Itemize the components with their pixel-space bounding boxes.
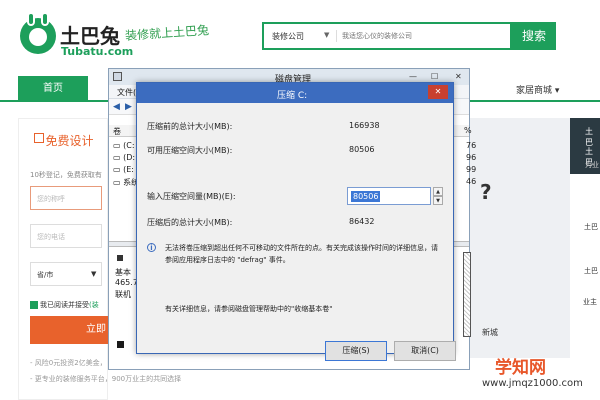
banner-question: ? <box>480 180 492 204</box>
spin-down-icon[interactable]: ▼ <box>433 196 443 205</box>
help-text: 有关详细信息，请参阅磁盘管理帮助中的"收缩基本卷" <box>165 305 333 313</box>
volume-row[interactable]: ▭ (C: <box>113 141 135 150</box>
watermark-url: www.jmqz1000.com <box>482 378 583 389</box>
slogan: 装修就上土巴兔 <box>124 23 210 43</box>
chevron-down-icon[interactable]: ▼ <box>324 31 329 39</box>
shrink-amount-input[interactable]: 80506 <box>347 187 431 205</box>
disk-type: 基本 <box>115 268 131 277</box>
dialog-title: 压缩 C: <box>277 91 308 101</box>
info-text: 无法将卷压缩到超出任何不可移动的文件所在的点。有关完成该操作时间的详细信息，请 <box>165 244 438 252</box>
logo-domain[interactable]: Tubatu.com <box>61 45 133 58</box>
volume-free-pct: 46 <box>466 177 477 186</box>
nav-home[interactable]: 首页 <box>18 76 88 102</box>
volume-row[interactable]: ▭ (D: <box>113 153 135 162</box>
cancel-button[interactable]: 取消(C) <box>394 341 456 361</box>
disk-management-icon <box>113 72 122 81</box>
dialog-titlebar[interactable]: 压缩 C: ✕ <box>137 83 453 103</box>
compress-dialog: 压缩 C: ✕ 压缩前的总计大小(MB): 166938 可用压缩空间大小(MB… <box>136 82 456 361</box>
column-volume[interactable]: 卷 <box>113 126 121 137</box>
dialog-body: 压缩前的总计大小(MB): 166938 可用压缩空间大小(MB): 80506… <box>137 103 456 361</box>
shrink-amount-label: 输入压缩空间量(MB)(E): <box>147 192 236 201</box>
compress-button[interactable]: 压缩(S) <box>325 341 387 361</box>
volume-free-pct: 99 <box>466 165 477 174</box>
watermark-title: 学知网 <box>495 358 546 378</box>
legend-icon <box>117 341 124 348</box>
total-after-value: 86432 <box>349 217 375 226</box>
site-header: 土巴兔 Tubatu.com 装修就上土巴兔 装修公司 ▼ 搜索 <box>0 0 600 76</box>
info-text: 参阅应用程序日志中的 "defrag" 事件。 <box>165 256 290 264</box>
partition-block[interactable] <box>463 252 471 337</box>
promo-line: - 风险0元投资2亿美金， <box>30 359 107 367</box>
nav-home-mall[interactable]: 家居商城 ▾ <box>516 83 559 96</box>
promo-line: - 更专业的装修服务平台，900万业主的共同选择 <box>30 375 182 383</box>
available-label: 可用压缩空间大小(MB): <box>147 146 233 155</box>
search-button[interactable]: 搜索 <box>512 22 556 50</box>
right-sidebar-text[interactable]: 土巴 <box>584 222 598 232</box>
maximize-icon[interactable]: ☐ <box>431 72 438 81</box>
city-select[interactable]: 省/市 ▼ <box>30 262 102 286</box>
volume-free-pct: 76 <box>466 141 477 150</box>
right-sidebar-text: 土巴 <box>585 127 593 147</box>
info-icon: i <box>147 243 156 252</box>
total-after-label: 压缩后的总计大小(MB): <box>147 218 233 227</box>
name-field[interactable]: 您的称呼 <box>30 186 102 210</box>
close-icon[interactable]: ✕ <box>455 72 462 81</box>
rabbit-logo-icon[interactable] <box>20 12 56 54</box>
volume-row[interactable]: ▭ (E: <box>113 165 134 174</box>
banner-caption: 新城 <box>482 328 498 337</box>
total-before-label: 压缩前的总计大小(MB): <box>147 122 233 131</box>
register-tip: 10秒登记，免费获取有 <box>30 171 102 179</box>
close-icon[interactable]: ✕ <box>428 85 448 99</box>
right-sidebar-text[interactable]: 土巴 <box>584 266 598 276</box>
chevron-down-icon: ▼ <box>91 270 97 278</box>
available-value: 80506 <box>349 145 375 154</box>
checkbox-icon <box>30 301 38 309</box>
volume-free-pct: 96 <box>466 153 477 162</box>
apply-button[interactable]: 立即 <box>30 316 110 344</box>
spin-up-icon[interactable]: ▲ <box>433 187 443 196</box>
disk-size: 465.7 <box>115 278 138 287</box>
back-arrow-icon[interactable]: ◀ <box>113 102 120 112</box>
right-sidebar-text: 为业 <box>585 161 599 169</box>
minimize-icon[interactable]: — <box>409 72 417 81</box>
search-input[interactable] <box>342 28 502 44</box>
free-design-title: 免费设计 <box>45 134 94 148</box>
total-before-value: 166938 <box>349 121 380 130</box>
search-category[interactable]: 装修公司 <box>272 31 304 42</box>
disk-status: 联机 <box>115 290 131 299</box>
agree-checkbox[interactable]: 我已阅读并接受(装 <box>30 300 99 310</box>
right-sidebar-text[interactable]: 业主 <box>583 297 597 307</box>
phone-field[interactable]: 您的电话 <box>30 224 102 248</box>
forward-arrow-icon[interactable]: ▶ <box>125 102 132 112</box>
search-box: 装修公司 ▼ <box>262 22 512 50</box>
column-percent[interactable]: % <box>464 126 472 135</box>
disk-icon <box>117 255 123 261</box>
banner-image[interactable] <box>470 118 570 358</box>
